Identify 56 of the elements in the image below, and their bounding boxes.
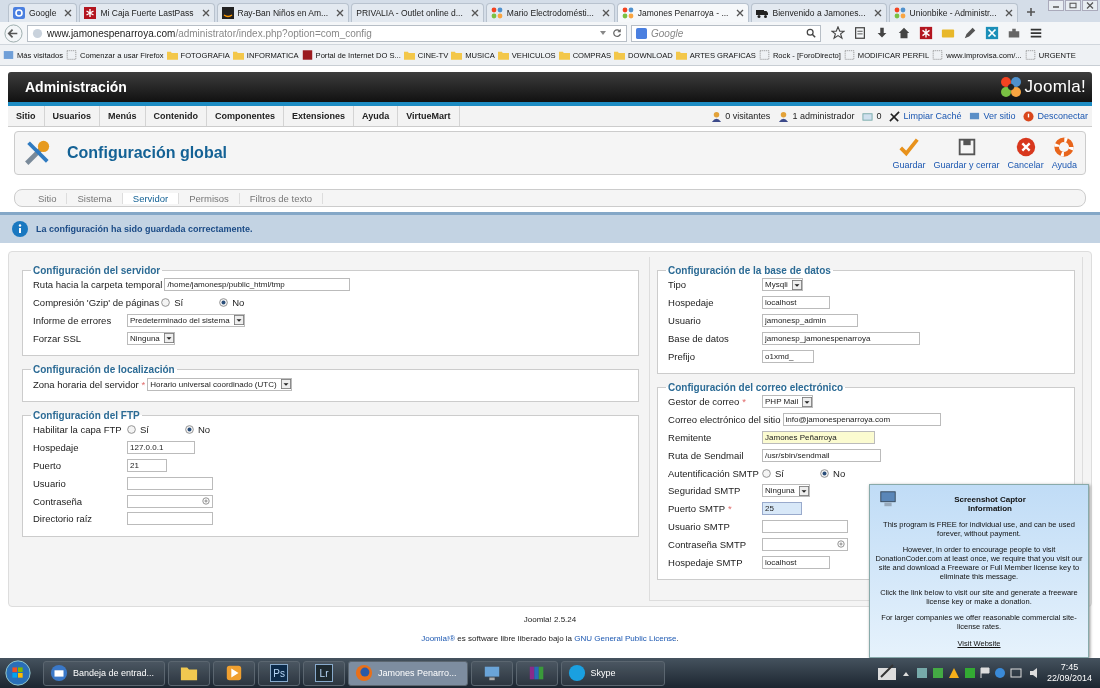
field-label: Directorio raíz: [33, 513, 93, 525]
tab-title: PRIVALIA - Outlet online d...: [356, 8, 463, 18]
fieldset-legend: Configuración de localización: [31, 364, 177, 376]
logo-text: Joomla!: [1024, 77, 1086, 97]
tab-title: Ray-Ban Niños en Am...: [237, 8, 329, 18]
message-text: La configuración ha sido guardada correctamente.: [36, 224, 253, 234]
required-mark: *: [742, 396, 746, 408]
field-label: Hospedaje: [668, 297, 714, 309]
required-mark: *: [728, 503, 732, 515]
field-label: Forzar SSL: [33, 332, 82, 344]
tab-title: Jamones Penarroya - ...: [637, 8, 729, 18]
field-label: Ruta de Sendmail: [668, 449, 744, 461]
field-label: Usuario: [668, 315, 701, 326]
field-label: Contraseña: [33, 495, 83, 507]
tab-title: Mario Electrodomésti...: [506, 8, 594, 18]
field-label: Base de datos: [668, 332, 729, 344]
fieldset-legend: Configuración del servidor: [31, 265, 163, 276]
popup-title: Information: [967, 504, 1013, 513]
popup-title: Screenshot Captor: [953, 495, 1027, 504]
fieldset-legend: Configuración del correo electrónico: [666, 382, 846, 393]
fieldset-legend: Configuración de la base de datos: [666, 265, 833, 276]
tab-title: Mi Caja Fuerte LastPass: [100, 8, 194, 18]
field-label: Habilitar la capa FTP: [33, 424, 122, 436]
url-text: www.jamonespenarroya.com/administrator/index.php?option=com_config: [47, 27, 373, 39]
field-label: Puerto SMTP: [668, 503, 726, 515]
field-label: Usuario SMTP: [668, 520, 730, 532]
required-mark: *: [141, 378, 146, 390]
field-label: Seguridad SMTP: [668, 485, 741, 497]
status-text: 0: [876, 111, 882, 121]
admin-title: Administración: [25, 79, 127, 95]
page-title: Configuración global: [67, 144, 228, 162]
field-label: Ruta hacia la carpeta temporal: [33, 279, 163, 291]
field-label: Gestor de correo: [668, 396, 740, 408]
field-label: Usuario: [33, 477, 66, 489]
tab-title: Unionbike - Administr...: [909, 8, 997, 18]
field-label: Hospedaje SMTP: [668, 556, 743, 568]
app-icon: Ps: [270, 664, 289, 682]
field-label: Correo electrónico del sitio: [668, 414, 781, 426]
tab-title: Google: [29, 8, 57, 18]
field-label: Informe de errores: [33, 315, 112, 326]
field-label: Prefijo: [668, 350, 695, 362]
field-label: Compresión 'Gzip' de páginas: [33, 297, 160, 309]
app-icon: Lr: [315, 664, 334, 682]
field-label: Zona horaria del servidor: [33, 378, 139, 390]
license-text: Joomla!® es software libre liberado bajo la GNU General Public License.: [421, 634, 679, 643]
tab-title: Bienvenido a Jamones...: [772, 8, 866, 18]
version-text: Joomla! 2.5.24: [523, 615, 577, 624]
status-text: 1 administrador: [792, 111, 855, 121]
fieldset-legend: Configuración del FTP: [31, 410, 142, 421]
field-label: Contraseña SMTP: [668, 538, 747, 550]
field-label: Tipo: [668, 279, 687, 291]
field-label: Puerto: [33, 459, 61, 471]
field-label: Hospedaje: [33, 442, 79, 454]
field-label: Remitente: [668, 431, 712, 443]
field-label: Autentificación SMTP: [668, 467, 759, 479]
status-text: 0 visitantes: [725, 111, 771, 121]
